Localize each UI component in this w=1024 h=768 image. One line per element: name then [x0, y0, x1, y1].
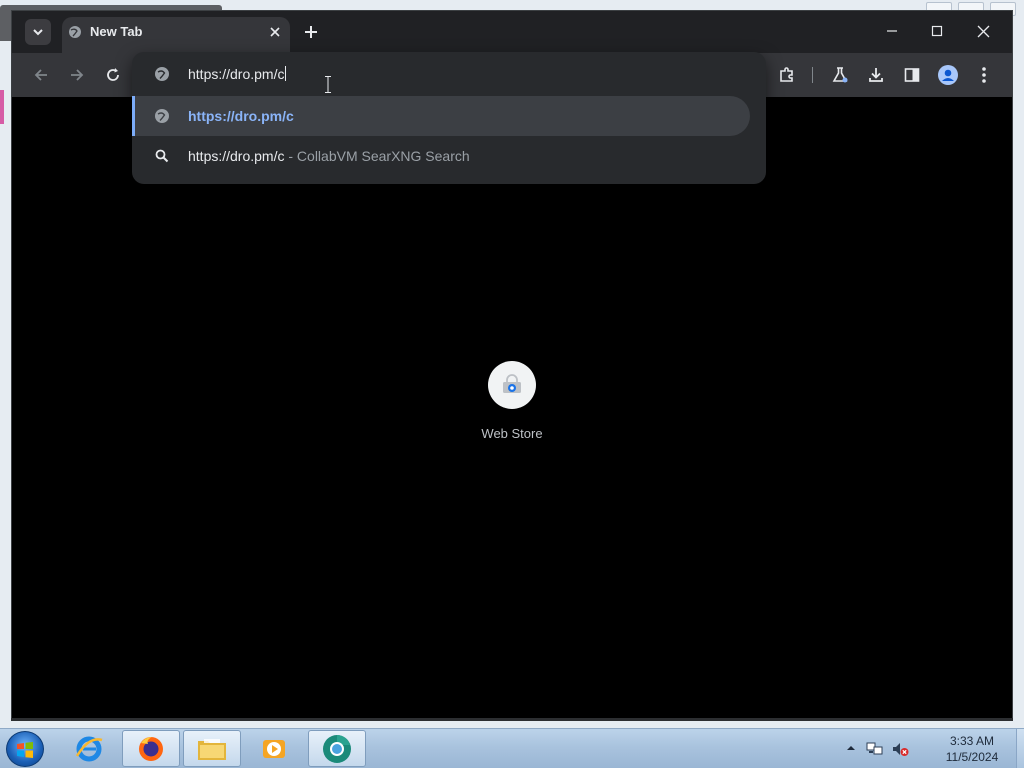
maximize-button[interactable]	[927, 21, 947, 41]
suggestion-text: https://dro.pm/c	[188, 108, 294, 124]
system-clock[interactable]: 3:33 AM 11/5/2024	[930, 733, 1014, 765]
show-hidden-icons-icon[interactable]	[846, 743, 856, 753]
media-player-icon	[263, 739, 285, 758]
taskbar-app-explorer[interactable]	[183, 730, 241, 767]
reload-button[interactable]	[103, 65, 123, 85]
show-desktop-button[interactable]	[1016, 729, 1024, 768]
close-icon[interactable]	[268, 25, 282, 39]
reload-icon	[107, 68, 119, 81]
menu-button[interactable]	[974, 65, 994, 85]
globe-icon	[155, 67, 169, 81]
clock-date: 11/5/2024	[945, 750, 999, 764]
arrow-right-icon	[71, 69, 84, 81]
toolbar-separator	[812, 67, 813, 83]
downloads-button[interactable]	[866, 65, 886, 85]
window-border	[11, 718, 1013, 721]
flask-icon	[832, 67, 848, 83]
suggestion-query: https://dro.pm/c	[188, 148, 285, 164]
firefox-icon	[139, 736, 163, 761]
chevron-down-icon	[33, 29, 43, 36]
taskbar-app-chromium[interactable]	[308, 730, 366, 767]
chromium-icon	[323, 734, 351, 763]
taskbar-app-ie[interactable]	[60, 730, 118, 767]
globe-icon	[155, 109, 169, 123]
folder-icon	[198, 738, 226, 760]
profile-button[interactable]	[938, 65, 958, 85]
tab-title: New Tab	[90, 24, 143, 39]
close-icon	[977, 25, 989, 37]
extensions-button[interactable]	[777, 65, 797, 85]
taskbar-app-firefox[interactable]	[122, 730, 180, 767]
omnibox-dropdown: https://dro.pm/c https://dro.pm/c https:…	[132, 52, 766, 184]
ibeam-cursor-icon	[325, 76, 331, 93]
clock-time: 3:33 AM	[949, 734, 995, 748]
text-caret	[285, 66, 287, 81]
suggestion-source: - CollabVM SearXNG Search	[284, 148, 470, 164]
globe-icon	[69, 26, 81, 38]
forward-button[interactable]	[67, 65, 87, 85]
internet-explorer-icon	[75, 736, 103, 761]
address-input[interactable]: https://dro.pm/c	[188, 66, 287, 82]
shortcut-label: Web Store	[481, 426, 543, 441]
new-tab-button[interactable]	[302, 23, 320, 41]
maximize-icon	[931, 25, 943, 37]
arrow-left-icon	[34, 69, 47, 81]
close-window-button[interactable]	[973, 21, 993, 41]
start-button[interactable]	[6, 731, 44, 767]
tab-strip: New Tab	[12, 11, 1012, 53]
side-panel-icon	[904, 68, 920, 82]
suggestion-text: https://dro.pm/c - CollabVM SearXNG Sear…	[188, 148, 470, 164]
download-icon	[869, 68, 883, 82]
side-panel-button[interactable]	[902, 65, 922, 85]
suggestion-url: https://dro.pm/c	[188, 108, 294, 124]
minimize-icon	[887, 30, 897, 32]
minimize-button[interactable]	[882, 21, 902, 41]
more-vert-icon	[982, 67, 986, 83]
new-tab-page: Web Store	[12, 97, 1012, 718]
network-icon[interactable]	[866, 741, 884, 757]
taskbar: 3:33 AM 11/5/2024	[0, 728, 1024, 768]
labs-button[interactable]	[830, 65, 850, 85]
address-bar[interactable]: https://dro.pm/c	[132, 52, 766, 96]
back-button[interactable]	[31, 65, 51, 85]
omnibox-suggestion[interactable]: https://dro.pm/c	[132, 96, 750, 136]
omnibox-suggestion[interactable]: https://dro.pm/c - CollabVM SearXNG Sear…	[132, 136, 750, 176]
avatar-icon	[938, 65, 958, 85]
web-store-icon	[503, 374, 521, 393]
puzzle-icon	[780, 67, 793, 82]
background-window-edge	[0, 90, 4, 124]
volume-muted-icon[interactable]	[891, 741, 909, 757]
shortcut-web-store[interactable]	[488, 361, 536, 409]
taskbar-app-media-player[interactable]	[245, 730, 303, 767]
search-icon	[155, 149, 169, 163]
tab-search-button[interactable]	[25, 19, 51, 45]
windows-logo-icon	[17, 742, 33, 758]
